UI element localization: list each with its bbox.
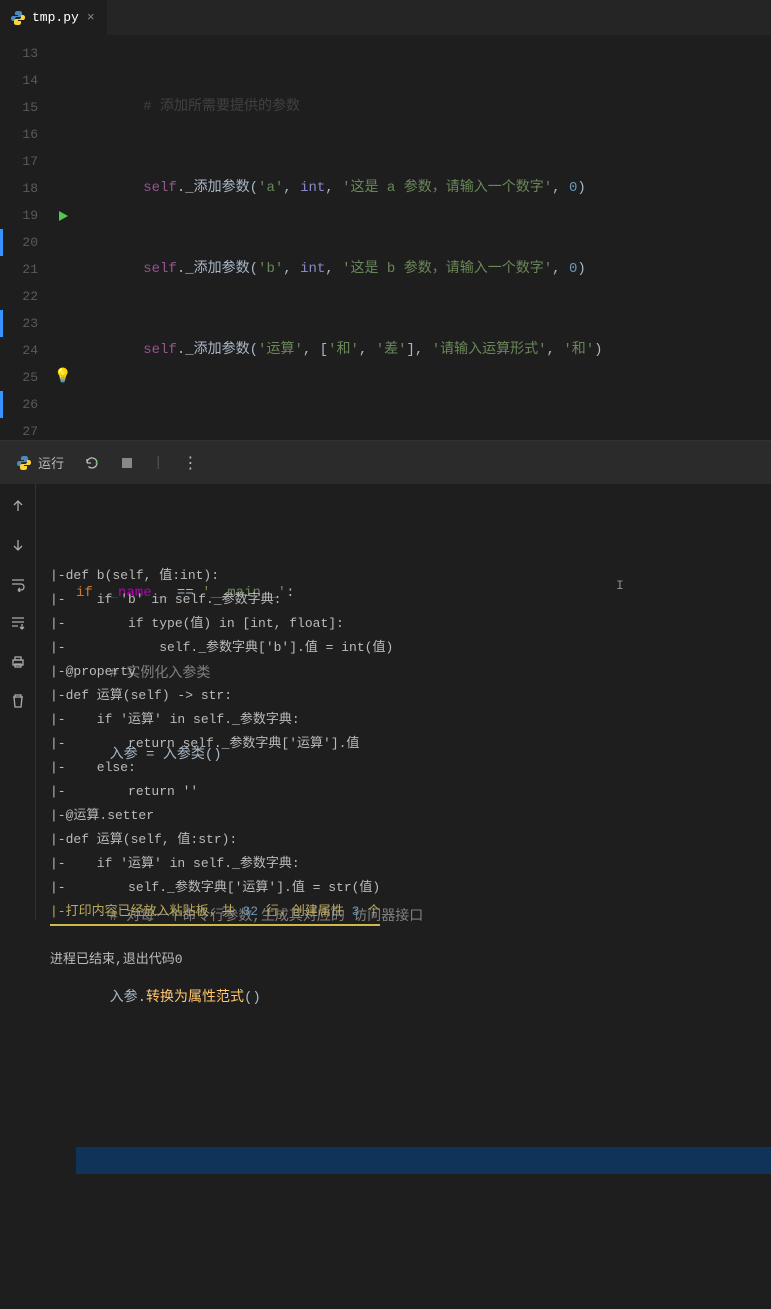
output-line: |-@运算.setter bbox=[50, 804, 757, 828]
soft-wrap-icon[interactable] bbox=[10, 576, 26, 597]
process-end-line: 进程已结束,退出代码0 bbox=[50, 948, 757, 972]
string: 'b' bbox=[258, 261, 283, 277]
tab-filename: tmp.py bbox=[32, 10, 79, 25]
output-line: |- else: bbox=[50, 756, 757, 780]
string: '这是 a 参数，请输入一个数字' bbox=[342, 180, 552, 196]
output-line: |- self._参数字典['b'].值 = int(值) bbox=[50, 636, 757, 660]
string: '运算' bbox=[258, 342, 303, 358]
type: int bbox=[300, 261, 325, 277]
output-line: |-@property bbox=[50, 660, 757, 684]
output-line: |-def 运算(self, 值:str): bbox=[50, 828, 757, 852]
output-line: |-def 运算(self) -> str: bbox=[50, 684, 757, 708]
string: '差' bbox=[376, 342, 407, 358]
string: '请输入运算形式' bbox=[432, 342, 547, 358]
python-icon bbox=[16, 455, 32, 471]
line-number-gutter: 131415161718192021222324252627 bbox=[0, 36, 50, 440]
comment: # 添加所需要提供的参数 bbox=[143, 99, 300, 115]
output-line: |- return '' bbox=[50, 780, 757, 804]
run-label: 运行 bbox=[38, 453, 64, 472]
string: '这是 b 参数，请输入一个数字' bbox=[342, 261, 552, 277]
method: 转换为属性范式 bbox=[146, 990, 244, 1006]
output-line: |- return self._参数字典['运算'].值 bbox=[50, 732, 757, 756]
arrow-down-icon[interactable] bbox=[10, 537, 26, 558]
console-output[interactable]: |-def b(self, 值:int):|- if 'b' in self._… bbox=[36, 484, 771, 920]
output-highlight: |-打印内容已经放入粘贴板，共 32 行，创建属性 3 个 bbox=[50, 900, 380, 926]
print-icon[interactable] bbox=[10, 654, 26, 675]
scroll-to-end-icon[interactable] bbox=[10, 615, 26, 636]
python-file-icon bbox=[10, 10, 26, 26]
output-line: |- if '运算' in self._参数字典: bbox=[50, 708, 757, 732]
run-line-icon[interactable] bbox=[50, 202, 76, 229]
self-kw: self bbox=[143, 261, 177, 277]
run-gutter: 💡 bbox=[50, 36, 76, 440]
output-side-toolbar bbox=[0, 484, 36, 920]
output-line: |- self._参数字典['运算'].值 = str(值) bbox=[50, 876, 757, 900]
method-name: _添加参数 bbox=[185, 180, 249, 196]
arrow-up-icon[interactable] bbox=[10, 498, 26, 519]
text-cursor: I bbox=[616, 574, 624, 598]
self-kw: self bbox=[143, 180, 177, 196]
file-tab[interactable]: tmp.py × bbox=[0, 0, 107, 35]
trash-icon[interactable] bbox=[10, 693, 26, 714]
string: '和' bbox=[563, 342, 594, 358]
method-name: _添加参数 bbox=[185, 342, 249, 358]
method-name: _添加参数 bbox=[185, 261, 249, 277]
selected-line bbox=[76, 1147, 771, 1174]
self-kw: self bbox=[143, 342, 177, 358]
string: '和' bbox=[328, 342, 359, 358]
tab-close-icon[interactable]: × bbox=[85, 10, 97, 25]
tab-bar: tmp.py × bbox=[0, 0, 771, 36]
output-line: |- if '运算' in self._参数字典: bbox=[50, 852, 757, 876]
var: 入参 bbox=[110, 990, 138, 1006]
output-line: |- if 'b' in self._参数字典: bbox=[50, 588, 757, 612]
output-line: |-def b(self, 值:int): bbox=[50, 564, 757, 588]
code-area[interactable]: # 添加所需要提供的参数 self._添加参数('a', int, '这是 a … bbox=[76, 36, 771, 440]
string: 'a' bbox=[258, 180, 283, 196]
output-line: |- if type(值) in [int, float]: bbox=[50, 612, 757, 636]
type: int bbox=[300, 180, 325, 196]
panel-run-tab[interactable]: 运行 bbox=[16, 453, 64, 472]
code-editor[interactable]: 131415161718192021222324252627 💡 # 添加所需要… bbox=[0, 36, 771, 440]
bulb-icon[interactable]: 💡 bbox=[50, 364, 76, 391]
